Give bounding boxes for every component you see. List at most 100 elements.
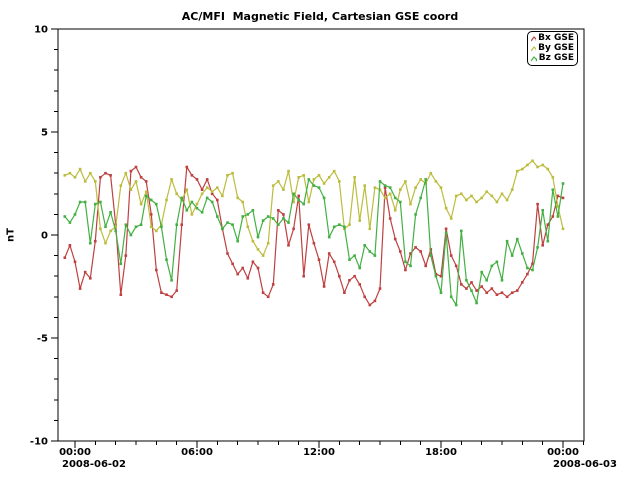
series-marker-bx-gse [170, 296, 173, 299]
series-marker-by-gse [419, 178, 422, 181]
series-marker-bz-gse [338, 223, 341, 226]
series-marker-bz-gse [247, 213, 250, 216]
series-marker-by-gse [109, 230, 112, 233]
x-axis-date-start: 2008-06-02 [62, 459, 126, 470]
series-marker-bx-gse [160, 291, 163, 294]
y-tick-label: 10 [34, 25, 48, 36]
series-marker-bz-gse [64, 215, 67, 218]
series-marker-bz-gse [84, 201, 87, 204]
series-marker-bz-gse [348, 258, 351, 261]
series-marker-bx-gse [455, 265, 458, 268]
series-marker-bz-gse [521, 252, 524, 255]
series-marker-bx-gse [318, 258, 321, 261]
series-marker-bx-gse [267, 296, 270, 299]
series-marker-bx-gse [206, 178, 209, 181]
series-marker-bz-gse [404, 261, 407, 264]
series-marker-bx-gse [562, 197, 565, 200]
series-marker-bx-gse [262, 291, 265, 294]
series-marker-bx-gse [470, 281, 473, 284]
series-marker-bz-gse [440, 291, 443, 294]
series-marker-bx-gse [74, 261, 77, 264]
series-marker-bx-gse [297, 195, 300, 198]
series-marker-bz-gse [79, 201, 82, 204]
series-marker-bx-gse [552, 215, 555, 218]
series-marker-bz-gse [180, 197, 183, 200]
series-marker-by-gse [536, 166, 539, 169]
x-tick-label: 00:00 [547, 447, 579, 458]
series-marker-by-gse [297, 176, 300, 179]
series-marker-by-gse [348, 223, 351, 226]
series-marker-bx-gse [196, 178, 199, 181]
series-marker-bz-gse [201, 211, 204, 214]
y-tick-label: 0 [41, 231, 48, 242]
series-marker-bx-gse [399, 250, 402, 253]
series-marker-bx-gse [135, 166, 138, 169]
series-marker-bz-gse [109, 211, 112, 214]
chart-title: AC/MFI Magnetic Field, Cartesian GSE coo… [0, 10, 640, 23]
series-marker-by-gse [241, 201, 244, 204]
series-marker-bz-gse [409, 265, 412, 268]
series-marker-by-gse [414, 186, 417, 189]
series-marker-by-gse [64, 174, 67, 177]
series-marker-by-gse [79, 168, 82, 171]
series-marker-bz-gse [272, 217, 275, 220]
series-marker-by-gse [485, 190, 488, 193]
series-marker-bz-gse [69, 221, 72, 224]
series-marker-bx-gse [257, 267, 260, 270]
series-marker-bx-gse [475, 289, 478, 292]
series-marker-bz-gse [353, 254, 356, 257]
legend: Bx GSEBy GSEBz GSE [527, 31, 578, 66]
series-marker-by-gse [480, 197, 483, 200]
series-marker-bz-gse [424, 178, 427, 181]
series-marker-bx-gse [89, 277, 92, 280]
series-marker-bz-gse [328, 236, 331, 239]
series-marker-bz-gse [252, 209, 255, 212]
series-marker-bz-gse [470, 289, 473, 292]
series-marker-bx-gse [404, 269, 407, 272]
series-marker-by-gse [440, 186, 443, 189]
series-marker-by-gse [99, 228, 102, 231]
series-marker-by-gse [135, 180, 138, 183]
series-marker-bz-gse [292, 193, 295, 196]
series-marker-bz-gse [511, 254, 514, 257]
series-marker-bx-gse [389, 217, 392, 220]
series-marker-bx-gse [419, 250, 422, 253]
series-marker-bz-gse [526, 267, 529, 270]
plot-frame [58, 29, 584, 441]
series-marker-bx-gse [526, 273, 529, 276]
series-marker-by-gse [216, 186, 219, 189]
series-marker-by-gse [170, 178, 173, 181]
series-marker-bx-gse [236, 273, 239, 276]
series-marker-bx-gse [247, 277, 250, 280]
series-marker-bx-gse [343, 291, 346, 294]
y-axis-label: nT [5, 228, 16, 242]
series-marker-bx-gse [414, 246, 417, 249]
series-marker-by-gse [394, 209, 397, 212]
series-marker-by-gse [74, 176, 77, 179]
series-marker-bx-gse [363, 296, 366, 299]
series-marker-by-gse [369, 228, 372, 231]
series-marker-bz-gse [140, 223, 143, 226]
series-marker-by-gse [236, 197, 239, 200]
series-marker-bx-gse [140, 176, 143, 179]
series-marker-bx-gse [226, 252, 229, 255]
series-marker-by-gse [150, 226, 153, 229]
series-marker-bx-gse [394, 238, 397, 241]
series-marker-by-gse [506, 199, 509, 202]
legend-label-bz: Bz GSE [539, 54, 574, 63]
series-marker-by-gse [516, 170, 519, 173]
series-marker-bz-gse [496, 261, 499, 264]
series-marker-by-gse [140, 203, 143, 206]
series-marker-bx-gse [287, 244, 290, 247]
series-marker-bz-gse [394, 197, 397, 200]
series-marker-by-gse [409, 203, 412, 206]
series-marker-bz-gse [89, 242, 92, 245]
series-marker-bz-gse [485, 279, 488, 282]
series-marker-bx-gse [450, 254, 453, 257]
series-marker-bz-gse [369, 250, 372, 253]
series-marker-bz-gse [226, 221, 229, 224]
series-marker-by-gse [84, 180, 87, 183]
series-marker-bx-gse [282, 213, 285, 216]
series-marker-bz-gse [358, 267, 361, 270]
series-marker-bx-gse [191, 174, 194, 177]
